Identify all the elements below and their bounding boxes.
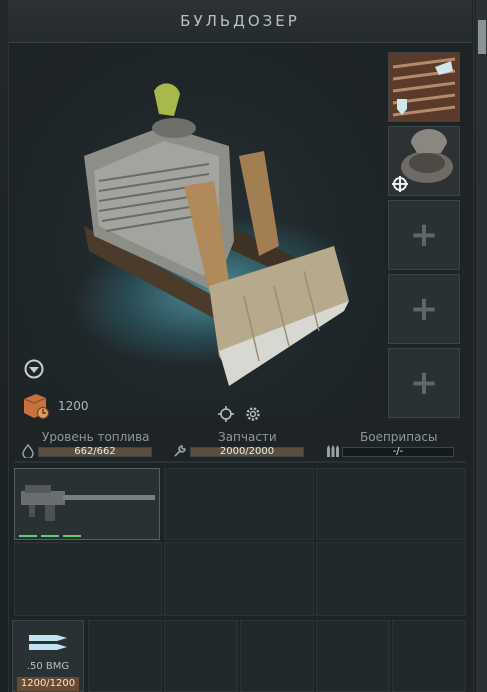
parts-bar: 2000/2000: [190, 446, 304, 457]
ammo-name: .50 BMG: [26, 661, 70, 672]
ammo-slot-2[interactable]: [88, 620, 162, 692]
armor-module-icon: [389, 53, 459, 121]
weapon-level-pips: [19, 535, 81, 537]
ammo-item-card[interactable]: .50 BMG 1200/1200: [12, 620, 84, 692]
ammo-label: Боеприпасы: [360, 430, 438, 444]
parts-value: 2000/2000: [219, 446, 275, 457]
add-module-icon: +: [409, 215, 439, 255]
weapon-slot-1[interactable]: [14, 468, 160, 540]
bullets-icon: [327, 445, 339, 457]
fuel-value: 662/662: [74, 446, 116, 457]
crate-icon: [23, 394, 49, 419]
ammo-bar: -/-: [342, 446, 454, 457]
ammo-slot-3[interactable]: [164, 620, 238, 692]
vehicle-viewport: [14, 46, 386, 416]
panel-title: БУЛЬДОЗЕР: [180, 12, 300, 30]
bulldozer-image: [84, 83, 349, 386]
module-slot-1[interactable]: [388, 52, 460, 122]
ammo-value: -/-: [392, 446, 404, 457]
section-divider: [14, 461, 466, 463]
equipment-slot-5[interactable]: [164, 542, 314, 616]
fuel-drop-icon: [22, 444, 34, 458]
ammo-slot-4[interactable]: [240, 620, 314, 692]
resource-value: 1200: [58, 399, 89, 413]
fuel-bar: 662/662: [38, 446, 152, 457]
ammo-bullets-icon: [29, 635, 67, 650]
ammo-count: 1200/1200: [17, 677, 79, 691]
side-scroll-strip[interactable]: [476, 0, 487, 692]
module-slot-2[interactable]: [388, 126, 460, 196]
wrench-icon: [174, 445, 186, 457]
parts-label: Запчасти: [218, 430, 277, 444]
equipment-slot-6[interactable]: [316, 542, 466, 616]
module-slot-5[interactable]: +: [388, 348, 460, 418]
add-module-icon: +: [409, 363, 439, 403]
equipment-slot-2[interactable]: [164, 468, 314, 540]
equipment-slot-3[interactable]: [316, 468, 466, 540]
machine-gun-icon: [21, 485, 155, 521]
wheel-icon[interactable]: [24, 359, 44, 379]
scroll-handle[interactable]: [478, 20, 486, 54]
ammo-slot-6[interactable]: [392, 620, 466, 692]
gear-icon[interactable]: [245, 406, 261, 422]
add-module-icon: +: [409, 289, 439, 329]
turret-module-icon: [392, 129, 453, 192]
equipment-slot-4[interactable]: [14, 542, 162, 616]
fuel-label: Уровень топлива: [42, 430, 150, 444]
target-icon[interactable]: [218, 406, 234, 422]
module-slot-3[interactable]: +: [388, 200, 460, 270]
ammo-slot-5[interactable]: [316, 620, 390, 692]
panel-header: БУЛЬДОЗЕР: [8, 0, 472, 43]
module-slot-4[interactable]: +: [388, 274, 460, 344]
